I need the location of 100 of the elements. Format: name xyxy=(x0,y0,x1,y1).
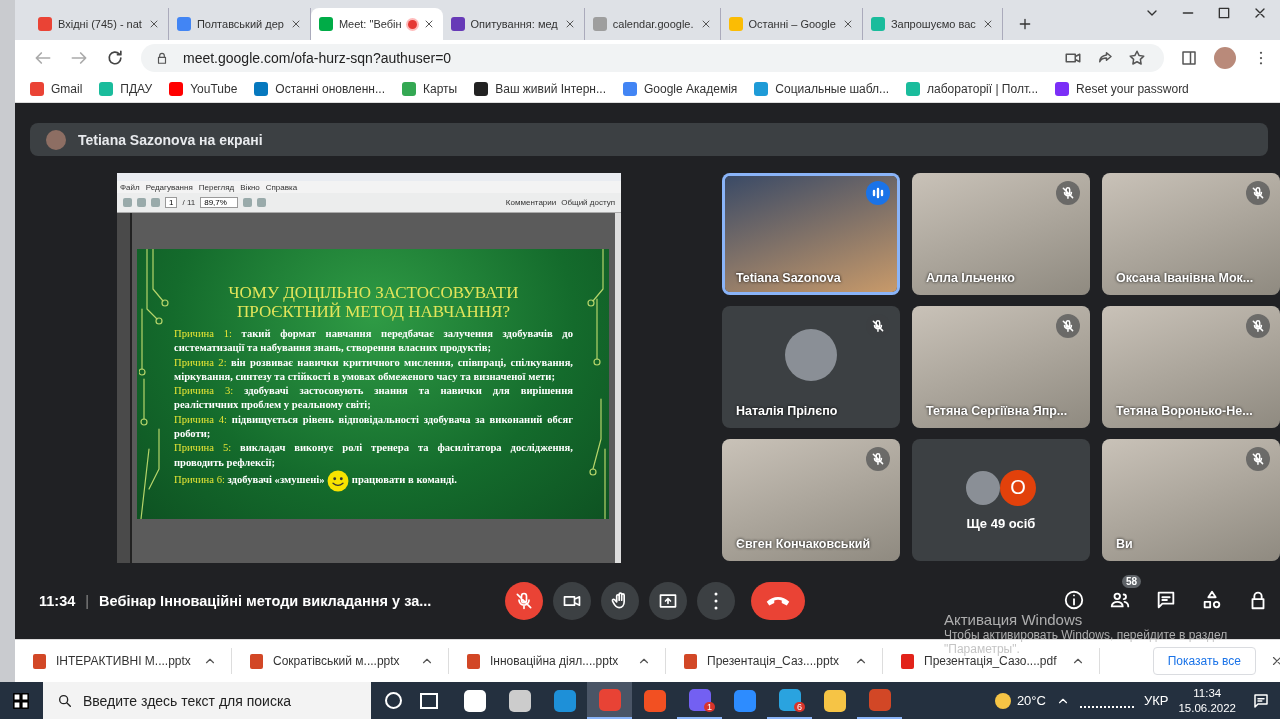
weather-icon xyxy=(994,692,1011,709)
participant-name: Тетяна Воронько-Не... xyxy=(1116,404,1253,418)
notifications-icon[interactable] xyxy=(1252,691,1270,710)
raise-hand-button[interactable] xyxy=(600,582,639,620)
chat-icon xyxy=(1155,589,1177,611)
participant-name: Tetiana Sazonova xyxy=(736,271,841,285)
meeting-time: 11:34 xyxy=(39,593,76,609)
zoom-field[interactable]: 89,7% xyxy=(200,197,239,208)
slide-paragraph: працювати в команді. xyxy=(351,474,457,486)
shapes-icon xyxy=(1201,589,1223,611)
taskbar-app[interactable]: 1 xyxy=(677,682,722,719)
page-count: / 11 xyxy=(182,198,196,207)
browser-tab[interactable]: Вхідні (745) - nat xyxy=(30,8,169,40)
smiley-icon xyxy=(327,469,350,492)
slide-paragraph: Причина 4: підвищується рівень відповідальності здобувача за виконаний обсяг роботи; xyxy=(174,412,573,442)
show-all-button[interactable]: Показать все xyxy=(1152,647,1256,675)
download-item[interactable]: Інноваційна діял....pptx xyxy=(449,648,666,674)
download-item[interactable]: Презентація_Саз....pptx xyxy=(666,648,883,674)
participant-name: Алла Ільченко xyxy=(926,271,1015,285)
participant-name: Наталія Прілєпо xyxy=(736,404,838,418)
participant-name: Тетяна Сергіївна Япр... xyxy=(926,404,1068,418)
browser-tab[interactable]: Полтавський дер xyxy=(168,8,311,40)
activation-title: Активация Windows xyxy=(944,611,1083,628)
menu-item[interactable]: Вікно xyxy=(240,182,260,192)
bookmark-link[interactable]: Ваш живий Інтерн... xyxy=(495,82,606,96)
side-panel-icon[interactable] xyxy=(1180,49,1198,67)
info-icon xyxy=(1063,589,1085,611)
file-icon xyxy=(250,653,263,669)
count-badge: 58 xyxy=(1122,575,1142,588)
bookmark-link[interactable]: Социальные шабл... xyxy=(775,82,890,96)
menu-item[interactable]: Редагування xyxy=(145,182,193,192)
present-screen-icon xyxy=(657,591,678,611)
file-icon xyxy=(901,653,914,669)
browser-tab[interactable]: Останні – Google xyxy=(720,8,863,40)
bookmark-link[interactable]: Google Академія xyxy=(644,82,738,96)
browser-tab[interactable]: Meet: "Вебін xyxy=(310,8,443,40)
bookmark-link[interactable]: Reset your password xyxy=(1076,82,1189,96)
speaking-icon xyxy=(866,181,890,205)
bookmark-link[interactable]: ПДАУ xyxy=(120,82,153,96)
file-icon xyxy=(684,653,697,669)
page-field[interactable]: 1 xyxy=(165,197,178,208)
profile-avatar[interactable] xyxy=(1214,47,1236,69)
slide-paragraph: Причина 1: такий формат навчання передбачає залучення здобувачів до систематизації та набування знань, створення власних продуктів; xyxy=(174,327,573,356)
end-call-button[interactable] xyxy=(750,582,805,620)
count-badge: 6 xyxy=(794,702,805,712)
language-indicator[interactable]: УКР xyxy=(1143,693,1169,708)
toolbar-link[interactable]: Комментарии xyxy=(505,198,557,207)
phone-icon xyxy=(765,596,790,606)
participant-name: Євген Кончаковський xyxy=(736,537,871,551)
avatar-icon xyxy=(46,129,66,150)
search-icon xyxy=(57,692,73,709)
clock-date: 15.06.2022 xyxy=(1178,700,1236,716)
slide-paragraph: Причина 6: здобувачі «змушені» xyxy=(174,474,325,486)
browser-tab[interactable]: Опитування: мед xyxy=(442,8,585,40)
circle-icon[interactable] xyxy=(385,692,402,709)
file-icon xyxy=(467,653,480,669)
scrollbar[interactable] xyxy=(615,213,621,563)
participant-name: Ви xyxy=(1116,537,1133,551)
reload-button[interactable] xyxy=(105,48,125,68)
temperature: 20°C xyxy=(1016,693,1046,708)
download-item[interactable]: ІНТЕРАКТИВНІ М....pptx xyxy=(15,648,232,674)
slide-paragraph: Причина 3: здобувачі застосовують знання та навички для вирішення реалістичних проблем у реальному світі; xyxy=(174,384,573,413)
more-icon xyxy=(713,592,718,610)
initial-avatar: О xyxy=(1000,469,1036,506)
browser-tab[interactable]: calendar.google. xyxy=(584,8,721,40)
taskbar-app[interactable]: 6 xyxy=(767,682,812,719)
bookmark-link[interactable]: YouTube xyxy=(190,82,238,96)
address-bar[interactable]: meet.google.com/ofa-hurz-sqn?authuser=0 xyxy=(141,44,1164,72)
download-item[interactable]: Сократівський м....pptx xyxy=(232,648,449,674)
bookmark-star-icon[interactable] xyxy=(1128,49,1146,67)
avatar-icon xyxy=(966,470,1000,505)
participant-name: Оксана Іванівна Мок... xyxy=(1116,271,1254,285)
avatar-icon xyxy=(785,329,837,381)
count-badge: 1 xyxy=(704,702,715,712)
bookmark-link[interactable]: Карты xyxy=(423,82,458,96)
microphone-button[interactable] xyxy=(504,582,543,620)
slide-paragraph: Причина 2: він розвиває навички критичного мислення, співпраці, спілкування, міркування, синтезу та стійкості в умовах обмеженого часу та визначеної мети; xyxy=(174,355,573,384)
bookmark-link[interactable]: Gmail xyxy=(51,82,83,96)
menu-item[interactable]: Перегляд xyxy=(198,182,235,192)
maximize-button[interactable] xyxy=(1216,5,1232,21)
participant-name: Ще 49 осіб xyxy=(966,515,1036,531)
bookmark-link[interactable]: Останні оновленн... xyxy=(275,82,385,96)
menu-item[interactable]: Файл xyxy=(120,182,140,192)
separator: | xyxy=(85,593,90,609)
presenter-label: Tetiana Sazonova на екрані xyxy=(78,131,263,148)
browser-tab[interactable]: Запрошуємо вас xyxy=(862,8,1003,40)
toolbar-link[interactable]: Общий доступ xyxy=(561,198,615,207)
slide-paragraph: Причина 5: викладач виконує ролі тренера та фасилітатора дослідження, проводить рефлексії; xyxy=(174,441,573,470)
task-view-icon[interactable] xyxy=(420,692,438,709)
present-button[interactable] xyxy=(648,582,687,620)
close-icon[interactable] xyxy=(1270,654,1280,668)
lock-icon xyxy=(155,51,169,65)
more-options-button[interactable] xyxy=(696,582,735,620)
camera-button[interactable] xyxy=(552,582,591,620)
file-icon xyxy=(33,653,46,669)
menu-item[interactable]: Справка xyxy=(265,182,298,192)
slide-title: ЧОМУ ДОЦІЛЬНО ЗАСТОСОВУВАТИ ПРОЄКТНИЙ МЕТОД НАВЧАННЯ? xyxy=(227,283,520,321)
clock-time: 11:34 xyxy=(1193,685,1222,701)
bookmark-link[interactable]: лабораторії | Полт... xyxy=(927,82,1039,96)
windows-start-icon[interactable] xyxy=(13,692,29,709)
